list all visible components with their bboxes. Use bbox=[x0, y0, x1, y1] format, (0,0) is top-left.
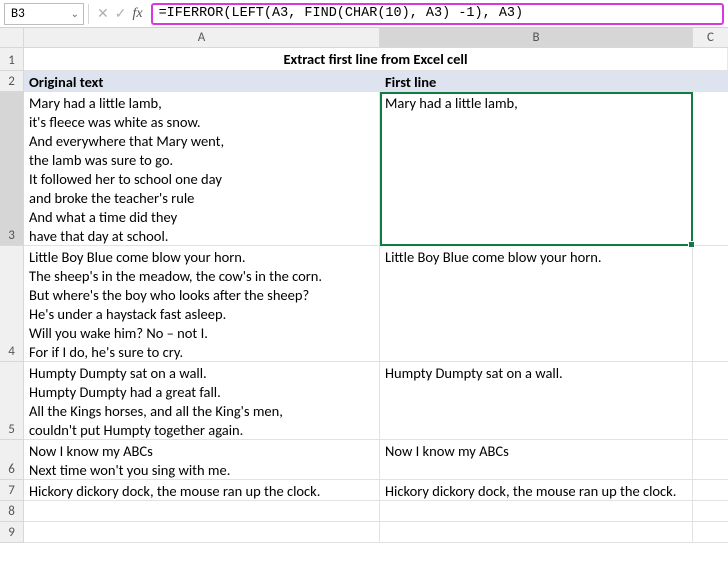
name-box-value: B3 bbox=[11, 6, 25, 21]
cell-c9[interactable] bbox=[693, 522, 728, 542]
cell-b5[interactable]: Humpty Dumpty sat on a wall. bbox=[380, 362, 693, 439]
cell-a7[interactable]: Hickory dickory dock, the mouse ran up t… bbox=[24, 480, 380, 500]
cell-b8[interactable] bbox=[380, 501, 693, 521]
fx-icon[interactable]: fx bbox=[132, 6, 142, 22]
cell-a9[interactable] bbox=[24, 522, 380, 542]
row-header-7[interactable]: 7 bbox=[0, 480, 24, 501]
cell-a4[interactable]: Little Boy Blue come blow your horn. The… bbox=[24, 246, 380, 361]
title-cell[interactable]: Extract first line from Excel cell bbox=[24, 48, 728, 70]
select-all-corner[interactable] bbox=[0, 28, 24, 48]
cell-c5[interactable] bbox=[693, 362, 728, 439]
cell-b2[interactable]: First line bbox=[380, 71, 693, 91]
cancel-icon[interactable]: ✕ bbox=[97, 5, 109, 22]
formula-bar: B3 ⌄ ✕ ✓ fx =IFERROR(LEFT(A3, FIND(CHAR(… bbox=[0, 0, 728, 28]
cell-c6[interactable] bbox=[693, 440, 728, 479]
row-6: Now I know my ABCs Next time won't you s… bbox=[24, 440, 728, 480]
row-7: Hickory dickory dock, the mouse ran up t… bbox=[24, 480, 728, 501]
col-header-b[interactable]: B bbox=[380, 28, 693, 48]
cell-a8[interactable] bbox=[24, 501, 380, 521]
cell-b7[interactable]: Hickory dickory dock, the mouse ran up t… bbox=[380, 480, 693, 500]
row-3: Mary had a little lamb, it's fleece was … bbox=[24, 92, 728, 246]
spreadsheet: A B C 1 2 3 4 5 6 7 8 9 Extract first li… bbox=[0, 28, 728, 543]
cell-b4[interactable]: Little Boy Blue come blow your horn. bbox=[380, 246, 693, 361]
formula-text: =IFERROR(LEFT(A3, FIND(CHAR(10), A3) -1)… bbox=[159, 6, 524, 21]
confirm-icon[interactable]: ✓ bbox=[115, 5, 127, 22]
cell-b6[interactable]: Now I know my ABCs bbox=[380, 440, 693, 479]
cell-c2[interactable] bbox=[693, 71, 728, 91]
formula-input[interactable]: =IFERROR(LEFT(A3, FIND(CHAR(10), A3) -1)… bbox=[151, 3, 724, 25]
col-header-a[interactable]: A bbox=[24, 28, 380, 48]
cell-c7[interactable] bbox=[693, 480, 728, 500]
row-header-2[interactable]: 2 bbox=[0, 71, 24, 92]
row-2: Original text First line bbox=[24, 71, 728, 92]
row-headers: 1 2 3 4 5 6 7 8 9 bbox=[0, 48, 24, 543]
row-header-4[interactable]: 4 bbox=[0, 246, 24, 362]
divider bbox=[88, 4, 89, 24]
cell-c8[interactable] bbox=[693, 501, 728, 521]
cells-area: Extract first line from Excel cell Origi… bbox=[24, 48, 728, 543]
row-header-8[interactable]: 8 bbox=[0, 501, 24, 522]
cell-a5[interactable]: Humpty Dumpty sat on a wall. Humpty Dump… bbox=[24, 362, 380, 439]
row-header-6[interactable]: 6 bbox=[0, 440, 24, 480]
name-box-dropdown-icon[interactable]: ⌄ bbox=[71, 9, 79, 19]
cell-b3[interactable]: Mary had a little lamb, bbox=[380, 92, 693, 245]
name-box[interactable]: B3 ⌄ bbox=[4, 3, 84, 25]
row-1: Extract first line from Excel cell bbox=[24, 48, 728, 71]
row-header-1[interactable]: 1 bbox=[0, 48, 24, 71]
cell-b9[interactable] bbox=[380, 522, 693, 542]
row-header-9[interactable]: 9 bbox=[0, 522, 24, 543]
cell-c3[interactable] bbox=[693, 92, 728, 245]
cell-a2[interactable]: Original text bbox=[24, 71, 380, 91]
col-header-c[interactable]: C bbox=[693, 28, 728, 48]
row-9 bbox=[24, 522, 728, 543]
grid-body: 1 2 3 4 5 6 7 8 9 Extract first line fro… bbox=[0, 48, 728, 543]
cell-c4[interactable] bbox=[693, 246, 728, 361]
row-header-5[interactable]: 5 bbox=[0, 362, 24, 440]
cell-a6[interactable]: Now I know my ABCs Next time won't you s… bbox=[24, 440, 380, 479]
row-5: Humpty Dumpty sat on a wall. Humpty Dump… bbox=[24, 362, 728, 440]
row-header-3[interactable]: 3 bbox=[0, 92, 24, 246]
formula-bar-buttons: ✕ ✓ fx bbox=[93, 5, 147, 22]
row-8 bbox=[24, 501, 728, 522]
column-headers: A B C bbox=[0, 28, 728, 48]
cell-a3[interactable]: Mary had a little lamb, it's fleece was … bbox=[24, 92, 380, 245]
row-4: Little Boy Blue come blow your horn. The… bbox=[24, 246, 728, 362]
